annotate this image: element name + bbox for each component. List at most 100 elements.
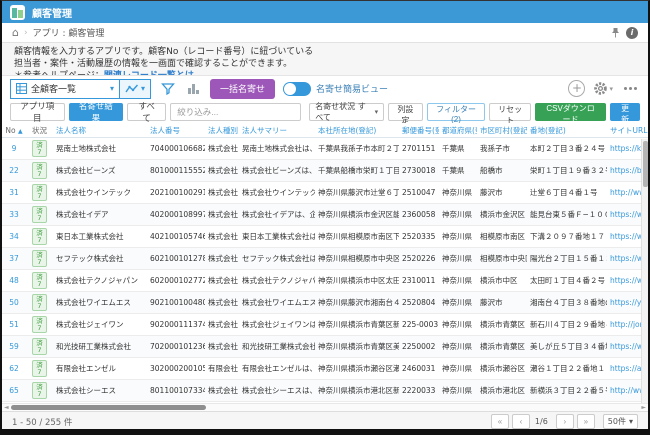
gear-icon: [593, 81, 608, 96]
last-page-button[interactable]: »: [577, 414, 595, 429]
home-icon[interactable]: ⌂: [12, 27, 19, 38]
add-record-button[interactable]: +: [568, 80, 585, 97]
record-number-link[interactable]: 65: [2, 386, 26, 395]
view-selector[interactable]: 全顧客一覧 ▾: [10, 79, 120, 99]
street-cell: 新石川４丁目２９番地４: [527, 319, 607, 330]
reset-button[interactable]: リセット: [489, 103, 531, 121]
street-cell: 瀬谷１丁目２２番地１: [527, 363, 607, 374]
table-row[interactable]: 62 済7 有限会社エンゼル 3020002001058 有限会社 有限会社エン…: [2, 358, 648, 380]
record-number-link[interactable]: 33: [2, 210, 26, 219]
scroll-right-icon[interactable]: ►: [641, 404, 646, 412]
vertical-scrollbar[interactable]: [641, 139, 648, 403]
table-row[interactable]: 59 済7 和光技研工業株式会社 7020001012366 株式会社 和光技研…: [2, 336, 648, 358]
col-header-street[interactable]: 番地(登記): [527, 125, 607, 136]
scroll-left-icon[interactable]: ◄: [4, 404, 9, 412]
next-page-button[interactable]: ›: [556, 414, 574, 429]
zip-cell: 2220033: [399, 386, 439, 395]
record-number-link[interactable]: 9: [2, 144, 26, 153]
filter-funnel-icon[interactable]: [159, 82, 177, 96]
bar-chart-icon[interactable]: [185, 82, 202, 95]
page-size-select[interactable]: 50件▾: [603, 414, 638, 429]
col-header-prefecture[interactable]: 都道府県(登記): [439, 125, 477, 136]
first-page-button[interactable]: «: [491, 414, 509, 429]
city-cell: 相模原市南区: [477, 231, 527, 242]
settings-gear-button[interactable]: ▾: [593, 81, 613, 96]
graph-selector[interactable]: ▾: [120, 79, 151, 99]
col-header-corp-type[interactable]: 法人種別: [205, 125, 239, 136]
col-header-city[interactable]: 市区町村(登記): [477, 125, 527, 136]
table-row[interactable]: 34 済7 東日本工業株式会社 4021001057461 株式会社 東日本工業…: [2, 226, 648, 248]
city-cell: 藤沢市: [477, 187, 527, 198]
table-row[interactable]: 51 済7 株式会社ジェイワン 9020001113749 株式会社 株式会社ジ…: [2, 314, 648, 336]
record-number-link[interactable]: 51: [2, 320, 26, 329]
corp-name-cell: 株式会社ビーンズ: [53, 165, 147, 176]
prefecture-cell: 神奈川県: [439, 385, 477, 396]
record-number-link[interactable]: 22: [2, 166, 26, 175]
breadcrumb: ⌂ › アプリ : 顧客管理 i: [2, 23, 648, 43]
status-badge: 済7: [32, 162, 47, 179]
record-number-link[interactable]: 37: [2, 254, 26, 263]
status-badge: 済7: [32, 140, 47, 157]
filter-button[interactable]: フィルター (2): [427, 103, 486, 121]
view-toolbar: 全顧客一覧 ▾ ▾ 一括名寄せ 名寄せ簡易ビュー + ▾: [2, 76, 648, 101]
tab-app-fields[interactable]: アプリ項目: [10, 103, 65, 121]
view-selector-label: 全顧客一覧: [31, 82, 76, 95]
table-row[interactable]: 48 済7 株式会社テクノジャパン 6020001027729 株式会社 株式会…: [2, 270, 648, 292]
record-number-link[interactable]: 34: [2, 232, 26, 241]
breadcrumb-label[interactable]: アプリ : 顧客管理: [33, 26, 105, 39]
corp-number-cell: 9020001113749: [147, 320, 205, 329]
city-cell: 横浜市青葉区: [477, 319, 527, 330]
col-header-corp-name[interactable]: 法人名称: [53, 125, 147, 136]
app-description: 顧客情報を入力するアプリです。顧客No（レコード番号）に紐づいている 担当者・案…: [2, 43, 648, 76]
col-header-zip[interactable]: 郵便番号(登記): [399, 125, 439, 136]
table-row[interactable]: 33 済7 株式会社イデア 4020001089977 株式会社 株式会社イデア…: [2, 204, 648, 226]
more-options-icon[interactable]: [621, 87, 640, 90]
tab-merge-result[interactable]: 名寄せ結果: [69, 103, 124, 121]
status-cell: 済7: [26, 206, 53, 223]
col-header-no[interactable]: No ▲: [2, 126, 26, 135]
record-number-link[interactable]: 59: [2, 342, 26, 351]
status-badge: 済7: [32, 316, 47, 333]
col-header-site-url[interactable]: サイトURL: [607, 125, 648, 136]
record-number-link[interactable]: 48: [2, 276, 26, 285]
table-row[interactable]: 50 済7 株式会社ワイエムエス 9021001004806 株式会社 株式会社…: [2, 292, 648, 314]
record-number-link[interactable]: 62: [2, 364, 26, 373]
status-cell: 済7: [26, 162, 53, 179]
bulk-merge-button[interactable]: 一括名寄せ: [210, 79, 275, 99]
horizontal-scrollbar[interactable]: ◄ ►: [2, 403, 648, 411]
table-row[interactable]: 22 済7 株式会社ビーンズ 8010001155520 株式会社 株式会社ビー…: [2, 160, 648, 182]
pin-icon[interactable]: [610, 27, 621, 39]
merge-simple-view-toggle[interactable]: [283, 82, 311, 96]
column-settings-button[interactable]: 列設定: [388, 103, 423, 121]
horizontal-scroll-thumb[interactable]: [11, 405, 206, 410]
table-row[interactable]: 9 済7 晃南土地株式会社 7040001066823 株式会社 晃南土地株式会…: [2, 138, 648, 160]
merge-status-select[interactable]: 名寄せ状況 すべて▾: [309, 103, 384, 121]
col-header-summary[interactable]: 法人サマリー: [239, 125, 315, 136]
table-row[interactable]: 31 済7 株式会社ウインテック 2021001002915 株式会社 株式会社…: [2, 182, 648, 204]
status-badge: 済7: [32, 360, 47, 377]
search-input[interactable]: [170, 103, 301, 121]
city-cell: 横浜市中区: [477, 275, 527, 286]
city-cell: 藤沢市: [477, 297, 527, 308]
col-header-status[interactable]: 状況: [26, 125, 53, 136]
prefecture-cell: 千葉県: [439, 143, 477, 154]
corp-type-cell: 株式会社: [205, 319, 239, 330]
prefecture-cell: 神奈川県: [439, 341, 477, 352]
hq-address-cell: 神奈川県藤沢市辻堂６丁目４番...: [315, 187, 399, 198]
col-header-corp-number[interactable]: 法人番号: [147, 125, 205, 136]
prev-page-button[interactable]: ‹: [512, 414, 530, 429]
hq-address-cell: 千葉県我孫子市本町２丁目３番...: [315, 143, 399, 154]
record-number-link[interactable]: 31: [2, 188, 26, 197]
chevron-down-icon: ▾: [629, 417, 633, 426]
sort-asc-icon: ▲: [18, 128, 23, 135]
info-icon[interactable]: i: [626, 27, 638, 39]
csv-download-button[interactable]: CSVダウンロード: [535, 103, 606, 121]
record-number-link[interactable]: 50: [2, 298, 26, 307]
corp-number-cell: 7020001012366: [147, 342, 205, 351]
tab-all[interactable]: すべて: [127, 103, 166, 121]
table-row[interactable]: 37 済7 セフテック株式会社 6021001012786 株式会社 セフテック…: [2, 248, 648, 270]
table-row[interactable]: 65 済7 株式会社シーエス 8011001073340 株式会社 株式会社シー…: [2, 380, 648, 402]
col-header-hq-address[interactable]: 本社所在地(登記): [315, 125, 399, 136]
update-button[interactable]: 更新: [610, 103, 640, 121]
app-icon: [10, 5, 25, 20]
